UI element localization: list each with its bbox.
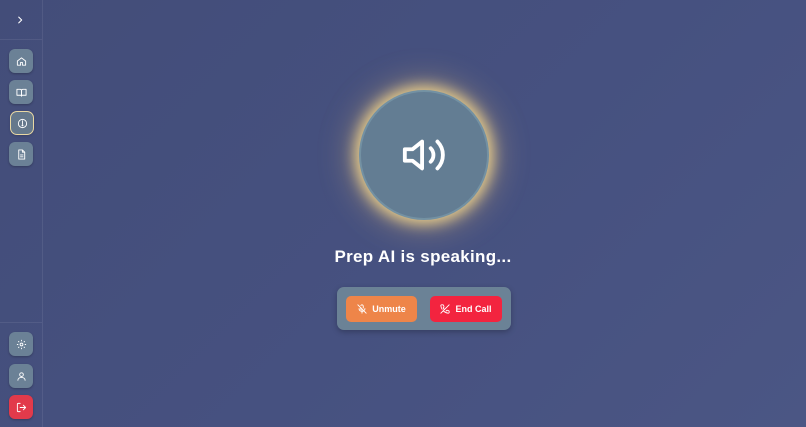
call-controls: Unmute End Call — [337, 287, 511, 330]
book-open-icon — [15, 88, 27, 97]
nav-home-button[interactable] — [9, 49, 33, 73]
home-icon — [16, 56, 26, 66]
end-call-button[interactable]: End Call — [430, 296, 502, 322]
unmute-label: Unmute — [372, 304, 406, 314]
speaker-avatar — [361, 92, 487, 218]
nav-library-button[interactable] — [9, 80, 33, 104]
expand-sidebar-button[interactable] — [12, 12, 28, 28]
volume-icon — [402, 139, 445, 171]
logout-icon — [16, 402, 26, 412]
sidebar — [0, 0, 43, 427]
nav-settings-button[interactable] — [9, 332, 33, 356]
phone-off-icon — [440, 304, 451, 314]
chevron-right-icon — [18, 16, 23, 24]
mic-off-icon — [357, 304, 367, 314]
nav-profile-button[interactable] — [9, 364, 33, 388]
nav-explore-button[interactable] — [11, 112, 33, 134]
sidebar-header — [0, 0, 42, 40]
file-text-icon — [17, 148, 25, 160]
logout-button[interactable] — [9, 395, 33, 419]
end-call-label: End Call — [455, 304, 492, 314]
call-status-text: Prep AI is speaking... — [334, 247, 512, 266]
unmute-button[interactable]: Unmute — [346, 296, 417, 322]
nav-documents-button[interactable] — [9, 142, 33, 166]
user-icon — [16, 371, 26, 381]
compass-icon — [17, 118, 27, 128]
sidebar-divider — [0, 322, 42, 323]
gear-icon — [16, 339, 26, 349]
